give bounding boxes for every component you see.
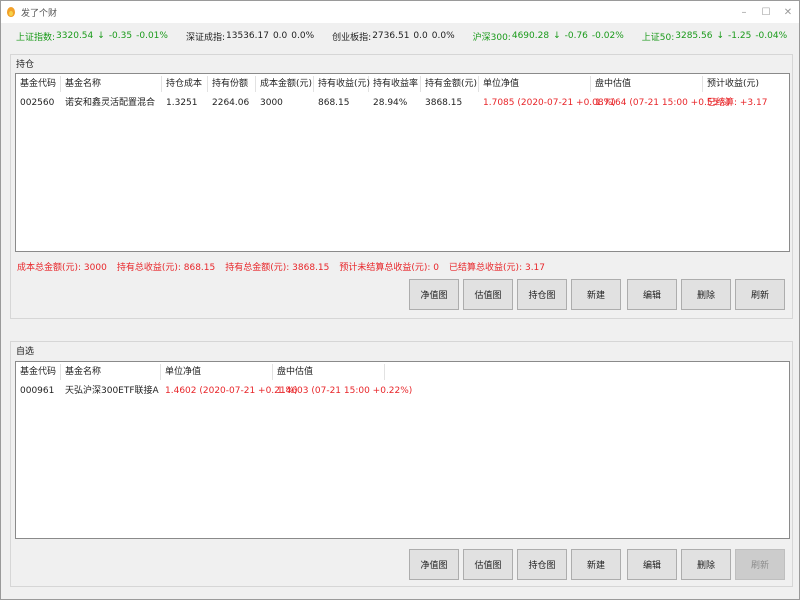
index-pct: -0.04% xyxy=(755,31,788,41)
column-header[interactable]: 基金代码 xyxy=(16,76,61,92)
edit-button[interactable]: 编辑 xyxy=(627,279,677,310)
column-header[interactable]: 基金名称 xyxy=(61,364,161,380)
holdings-section: 持仓 基金代码 基金名称 持仓成本 持有份额 成本金额(元) 持有收益(元) 持… xyxy=(10,54,793,319)
delete-button[interactable]: 删除 xyxy=(681,279,731,310)
maximize-button[interactable]: ☐ xyxy=(755,1,777,23)
index-sz50: 上证50: 3285.56 ↓ -1.25 -0.04% xyxy=(642,30,791,43)
estimate-chart-button[interactable]: 估值图 xyxy=(463,279,513,310)
index-value: 2736.51 xyxy=(372,31,410,41)
index-hs300: 沪深300: 4690.28 ↓ -0.76 -0.02% xyxy=(473,30,628,43)
index-change: -0.76 xyxy=(564,31,588,41)
holding-cost: 1.3251 xyxy=(166,98,198,108)
intraday-estimate: 1.4603 (07-21 15:00 +0.22%) xyxy=(277,386,413,396)
table-header: 基金代码 基金名称 持仓成本 持有份额 成本金额(元) 持有收益(元) 持有收益… xyxy=(16,76,789,92)
fund-code: 002560 xyxy=(20,98,55,108)
index-value: 3320.54 xyxy=(56,31,94,41)
table-header: 基金代码 基金名称 单位净值 盘中估值 xyxy=(16,364,789,380)
edit-button[interactable]: 编辑 xyxy=(627,549,677,580)
watchlist-section-label: 自选 xyxy=(16,347,35,357)
nav-chart-button[interactable]: 净值图 xyxy=(409,279,459,310)
delete-button[interactable]: 删除 xyxy=(681,549,731,580)
holdings-table[interactable]: 基金代码 基金名称 持仓成本 持有份额 成本金额(元) 持有收益(元) 持有收益… xyxy=(15,73,790,252)
refresh-button: 刷新 xyxy=(735,549,785,580)
down-arrow-icon: ↓ xyxy=(97,31,105,41)
summary-total-cost: 成本总金额(元): 3000 xyxy=(17,263,107,273)
cost-amount: 3000 xyxy=(260,98,283,108)
market-index-bar: 上证指数: 3320.54 ↓ -0.35 -0.01% 深证成指: 13536… xyxy=(1,23,799,49)
index-sh: 上证指数: 3320.54 ↓ -0.35 -0.01% xyxy=(16,30,172,43)
index-label: 上证50: xyxy=(641,32,675,43)
summary-settled-profit: 已结算总收益(元): 3.17 xyxy=(449,263,546,273)
index-pct: 0.0% xyxy=(431,31,455,41)
expected-profit: 已结算: +3.17 xyxy=(707,98,768,108)
holding-amount: 3868.15 xyxy=(425,98,463,108)
index-pct: 0.0% xyxy=(291,31,315,41)
new-button[interactable]: 新建 xyxy=(571,549,621,580)
column-header[interactable]: 盘中估值 xyxy=(273,364,385,380)
holding-chart-button[interactable]: 持仓图 xyxy=(517,279,567,310)
column-header[interactable]: 持有份额 xyxy=(208,76,256,92)
window-title: 发了个财 xyxy=(21,8,58,19)
index-change: 0.0 xyxy=(272,31,288,41)
table-row[interactable]: 000961 天弘沪深300ETF联接A 1.4602 (2020-07-21 … xyxy=(16,383,789,399)
column-header[interactable]: 预计收益(元) xyxy=(703,76,789,92)
index-label: 深证成指: xyxy=(185,32,225,43)
nav-chart-button[interactable]: 净值图 xyxy=(409,549,459,580)
holdings-section-label: 持仓 xyxy=(16,60,35,70)
index-label: 上证指数: xyxy=(16,32,56,43)
minimize-button[interactable]: – xyxy=(733,1,755,23)
profit-rate: 28.94% xyxy=(373,98,408,108)
index-sz: 深证成指: 13536.17 0.0 0.0% xyxy=(186,30,318,43)
fund-name: 天弘沪深300ETF联接A xyxy=(65,386,159,396)
column-header[interactable]: 持仓成本 xyxy=(162,76,208,92)
column-header[interactable]: 基金代码 xyxy=(16,364,61,380)
index-change: -0.35 xyxy=(108,31,133,41)
column-header[interactable]: 持有金额(元) xyxy=(421,76,479,92)
table-row[interactable]: 002560 诺安和鑫灵活配置混合 1.3251 2264.06 3000 86… xyxy=(16,95,789,111)
main-window: 发了个财 – ☐ ✕ 上证指数: 3320.54 ↓ -0.35 -0.01% … xyxy=(0,0,800,600)
app-flame-icon xyxy=(6,6,16,18)
new-button[interactable]: 新建 xyxy=(571,279,621,310)
window-controls: – ☐ ✕ xyxy=(733,1,799,23)
watchlist-section: 自选 基金代码 基金名称 单位净值 盘中估值 000961 天弘沪深300ETF… xyxy=(10,341,793,587)
column-header[interactable]: 单位净值 xyxy=(479,76,591,92)
column-header[interactable]: 单位净值 xyxy=(161,364,273,380)
summary-total-amount: 持有总金额(元): 3868.15 xyxy=(225,263,330,273)
down-arrow-icon: ↓ xyxy=(553,31,561,41)
column-header[interactable]: 持有收益率 xyxy=(369,76,421,92)
column-header[interactable]: 基金名称 xyxy=(61,76,162,92)
holding-shares: 2264.06 xyxy=(212,98,250,108)
watchlist-table[interactable]: 基金代码 基金名称 单位净值 盘中估值 000961 天弘沪深300ETF联接A… xyxy=(15,361,790,539)
refresh-button[interactable]: 刷新 xyxy=(735,279,785,310)
column-header[interactable]: 持有收益(元) xyxy=(314,76,370,92)
summary-unsettled-profit: 预计未结算总收益(元): 0 xyxy=(339,263,440,273)
close-button[interactable]: ✕ xyxy=(777,1,799,23)
index-value: 13536.17 xyxy=(226,31,269,41)
index-change: 0.0 xyxy=(413,31,428,41)
index-pct: -0.01% xyxy=(136,31,168,41)
fund-name: 诺安和鑫灵活配置混合 xyxy=(65,98,156,108)
index-value: 3285.56 xyxy=(675,31,713,41)
index-cyb: 创业板指: 2736.51 0.0 0.0% xyxy=(332,30,458,43)
summary-total-profit: 持有总收益(元): 868.15 xyxy=(116,263,216,273)
index-value: 4690.28 xyxy=(511,31,550,41)
index-pct: -0.02% xyxy=(591,31,624,41)
index-label: 创业板指: xyxy=(332,32,372,43)
estimate-chart-button[interactable]: 估值图 xyxy=(463,549,513,580)
holding-chart-button[interactable]: 持仓图 xyxy=(517,549,567,580)
holdings-summary: 成本总金额(元): 3000 持有总收益(元): 868.15 持有总金额(元)… xyxy=(17,260,555,273)
column-header[interactable]: 盘中估值 xyxy=(591,76,703,92)
index-label: 沪深300: xyxy=(472,32,511,43)
holding-profit: 868.15 xyxy=(318,98,350,108)
index-change: -1.25 xyxy=(728,31,752,41)
column-header[interactable]: 成本金额(元) xyxy=(256,76,314,92)
down-arrow-icon: ↓ xyxy=(716,31,725,41)
title-bar[interactable]: 发了个财 – ☐ ✕ xyxy=(1,1,799,23)
fund-code: 000961 xyxy=(20,386,55,396)
